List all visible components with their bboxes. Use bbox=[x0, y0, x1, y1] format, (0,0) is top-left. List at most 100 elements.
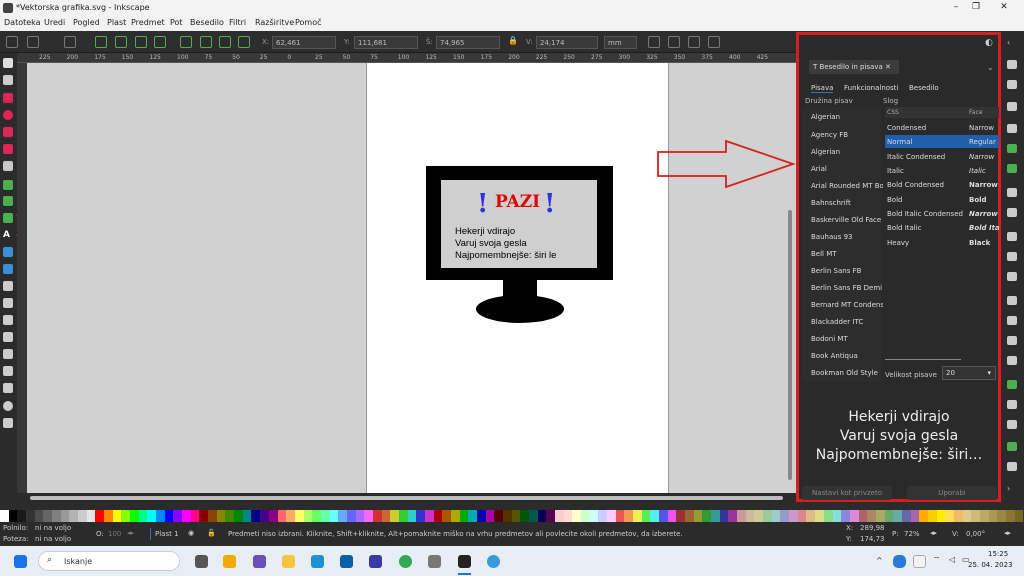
palette-swatch[interactable] bbox=[919, 510, 928, 522]
zoom-width-icon[interactable] bbox=[1007, 356, 1017, 365]
minimize-button[interactable]: – bbox=[946, 2, 966, 14]
menu-predmet[interactable]: Predmet bbox=[131, 18, 165, 27]
palette-swatch[interactable] bbox=[26, 510, 35, 522]
connector-tool-icon[interactable] bbox=[3, 366, 13, 376]
transform-patterns-icon[interactable] bbox=[708, 36, 720, 48]
set-default-button[interactable]: Nastavi kot privzeto bbox=[802, 486, 892, 500]
palette-swatch[interactable] bbox=[424, 510, 434, 522]
tab-funkcionalnosti[interactable]: Funkcionalnosti bbox=[844, 84, 898, 92]
palette-swatch[interactable] bbox=[242, 510, 252, 522]
palette-swatch[interactable] bbox=[633, 510, 642, 522]
palette-swatch[interactable] bbox=[8, 510, 18, 522]
palette-swatch[interactable] bbox=[156, 510, 165, 522]
inkscape-taskbar-icon[interactable] bbox=[458, 555, 471, 568]
menu-pogled[interactable]: Pogled bbox=[73, 18, 100, 27]
font-family-item[interactable]: Algerian bbox=[811, 113, 883, 121]
palette-swatch[interactable] bbox=[806, 510, 816, 522]
opacity-value[interactable]: 100 bbox=[108, 530, 121, 538]
fill-value[interactable]: ni na voljo bbox=[35, 524, 71, 532]
raise-icon[interactable] bbox=[200, 36, 212, 48]
font-family-item[interactable]: Berlin Sans FB Demi bbox=[811, 284, 883, 292]
pinned-app-icon[interactable] bbox=[223, 555, 236, 568]
calligraphy-tool-icon[interactable] bbox=[3, 196, 13, 206]
palette-swatch[interactable] bbox=[485, 510, 495, 522]
teams-icon[interactable] bbox=[253, 555, 266, 568]
palette-swatch[interactable] bbox=[780, 510, 790, 522]
tab-besedilo[interactable]: Besedilo bbox=[909, 84, 939, 92]
palette-swatch[interactable] bbox=[95, 510, 105, 522]
task-view-icon[interactable] bbox=[195, 555, 208, 568]
palette-swatch[interactable] bbox=[494, 510, 503, 522]
palette-swatch[interactable] bbox=[329, 510, 339, 522]
palette-swatch[interactable] bbox=[771, 510, 781, 522]
palette-swatch[interactable] bbox=[572, 510, 582, 522]
node-tool-icon[interactable] bbox=[3, 75, 13, 85]
palette-swatch[interactable] bbox=[312, 510, 321, 522]
style-row[interactable]: Bold Italic Bold Ita bbox=[885, 221, 999, 234]
ellipse-tool-icon[interactable] bbox=[3, 110, 13, 120]
palette-swatch[interactable] bbox=[216, 510, 226, 522]
font-family-item[interactable]: Agency FB bbox=[811, 131, 883, 139]
palette-swatch[interactable] bbox=[945, 510, 954, 522]
clone-icon[interactable] bbox=[1007, 400, 1017, 409]
language-icon[interactable] bbox=[913, 555, 926, 568]
palette-swatch[interactable] bbox=[797, 510, 807, 522]
palette-swatch[interactable] bbox=[251, 510, 261, 522]
palette-swatch[interactable] bbox=[685, 510, 694, 522]
height-field[interactable]: 24,174 bbox=[536, 36, 598, 49]
pencil-tool-icon[interactable] bbox=[3, 213, 13, 223]
style-row[interactable]: Heavy Black bbox=[885, 236, 999, 249]
palette-swatch[interactable] bbox=[650, 510, 660, 522]
palette-swatch[interactable] bbox=[199, 510, 209, 522]
export-icon[interactable] bbox=[1007, 164, 1017, 173]
color-palette[interactable] bbox=[0, 510, 1024, 522]
lock-icon[interactable]: 🔒 bbox=[508, 36, 520, 48]
palette-swatch[interactable] bbox=[737, 510, 746, 522]
menu-besedilo[interactable]: Besedilo bbox=[190, 18, 224, 27]
palette-swatch[interactable] bbox=[277, 510, 287, 522]
deselect-icon[interactable] bbox=[64, 36, 76, 48]
palette-swatch[interactable] bbox=[858, 510, 868, 522]
palette-swatch[interactable] bbox=[69, 510, 79, 522]
palette-swatch[interactable] bbox=[338, 510, 347, 522]
font-family-item[interactable]: Bell MT bbox=[811, 250, 883, 258]
copy-icon[interactable] bbox=[1007, 232, 1017, 241]
palette-swatch[interactable] bbox=[997, 510, 1006, 522]
palette-swatch[interactable] bbox=[208, 510, 217, 522]
tab-pisava[interactable]: Pisava bbox=[811, 84, 834, 93]
font-family-item[interactable]: Bauhaus 93 bbox=[811, 233, 883, 241]
eraser-tool-icon[interactable] bbox=[3, 349, 13, 359]
palette-swatch[interactable] bbox=[234, 510, 243, 522]
palette-swatch[interactable] bbox=[927, 510, 937, 522]
maximize-button[interactable]: ❐ bbox=[966, 2, 986, 14]
palette-swatch[interactable] bbox=[676, 510, 686, 522]
font-family-item[interactable]: Bahnschrift bbox=[811, 199, 883, 207]
palette-swatch[interactable] bbox=[962, 510, 972, 522]
close-button[interactable]: ✕ bbox=[994, 2, 1014, 14]
menu-pot[interactable]: Pot bbox=[170, 18, 183, 27]
left-ruler[interactable] bbox=[17, 63, 27, 493]
select-all-icon[interactable] bbox=[6, 36, 18, 48]
palette-swatch[interactable] bbox=[832, 510, 842, 522]
palette-swatch[interactable] bbox=[260, 510, 269, 522]
tray-chevron-icon[interactable]: ^ bbox=[876, 556, 883, 565]
palette-swatch[interactable] bbox=[763, 510, 772, 522]
palette-swatch[interactable] bbox=[641, 510, 651, 522]
style-row[interactable]: Italic Italic bbox=[885, 164, 999, 177]
menu-plast[interactable]: Plast bbox=[107, 18, 126, 27]
volume-icon[interactable]: ◁ bbox=[949, 555, 955, 564]
font-family-item[interactable]: Arial Rounded MT Bold bbox=[811, 182, 883, 190]
palette-swatch[interactable] bbox=[884, 510, 894, 522]
menu-filtri[interactable]: Filtri bbox=[229, 18, 246, 27]
palette-swatch[interactable] bbox=[563, 510, 573, 522]
palette-swatch[interactable] bbox=[598, 510, 608, 522]
palette-swatch[interactable] bbox=[728, 510, 738, 522]
more-chevron-icon[interactable]: › bbox=[1007, 484, 1017, 493]
bezier-tool-icon[interactable] bbox=[3, 180, 13, 190]
palette-swatch[interactable] bbox=[450, 510, 460, 522]
onedrive-icon[interactable] bbox=[893, 555, 906, 568]
palette-swatch[interactable] bbox=[953, 510, 963, 522]
unit-select[interactable]: mm bbox=[604, 36, 637, 49]
palette-swatch[interactable] bbox=[138, 510, 148, 522]
palette-swatch[interactable] bbox=[60, 510, 70, 522]
